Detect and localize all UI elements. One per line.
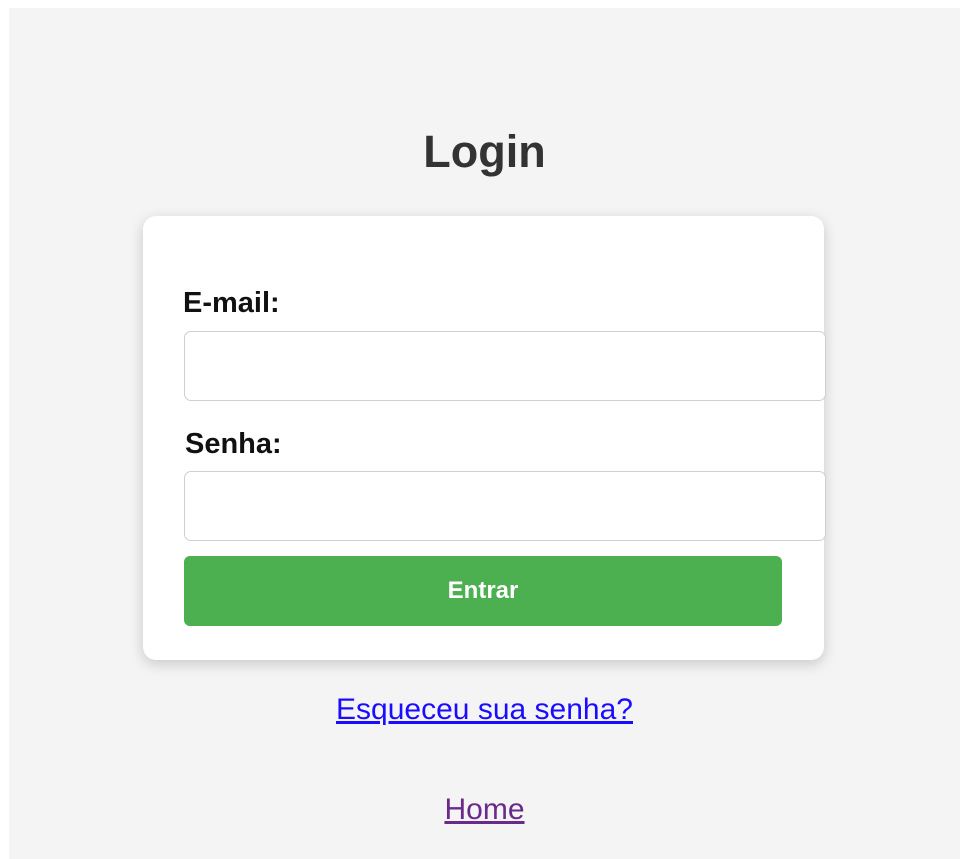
email-field[interactable] <box>184 331 826 401</box>
home-row: Home <box>9 792 960 828</box>
forgot-password-row: Esqueceu sua senha? <box>9 692 960 728</box>
login-card: E-mail: Senha: Entrar <box>143 216 826 660</box>
submit-button[interactable]: Entrar <box>184 556 782 626</box>
password-label: Senha: <box>185 428 282 460</box>
forgot-password-link[interactable]: Esqueceu sua senha? <box>336 693 633 726</box>
email-label: E-mail: <box>183 287 280 319</box>
password-field[interactable] <box>184 471 826 541</box>
page-background: Login E-mail: Senha: Entrar Esqueceu sua… <box>9 8 960 859</box>
page-title: Login <box>423 126 546 177</box>
home-link[interactable]: Home <box>444 793 524 826</box>
